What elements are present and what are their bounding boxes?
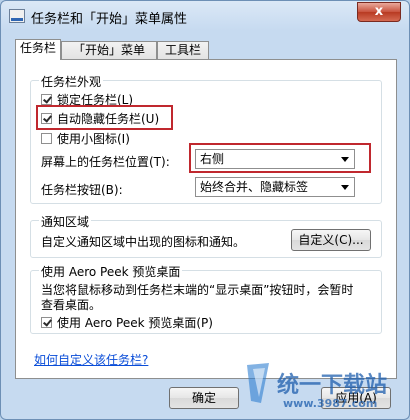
- tab-taskbar[interactable]: 任务栏: [15, 39, 61, 60]
- appearance-group: 任务栏外观 锁定任务栏(L) 自动隐藏任务栏(U) 使用小图标(I) 屏幕上的任…: [30, 73, 382, 204]
- small-icons-checkbox[interactable]: [41, 133, 52, 144]
- close-icon: x: [374, 4, 384, 19]
- aero-peek-group: 使用 Aero Peek 预览桌面 当您将鼠标移动到任务栏末端的“显示桌面”按钮…: [30, 263, 382, 334]
- notification-area-group: 通知区域 自定义通知区域中出现的图标和通知。 自定义(C)...: [30, 213, 382, 258]
- tab-start-menu[interactable]: 「开始」菜单: [61, 41, 157, 59]
- watermark-url: www.3987.com: [283, 397, 378, 410]
- appearance-legend: 任务栏外观: [39, 73, 104, 90]
- aero-peek-checkbox[interactable]: [41, 317, 52, 328]
- close-button[interactable]: x: [357, 2, 401, 22]
- auto-hide-highlight-box: [36, 105, 173, 130]
- title-bar: 任务栏和「开始」菜单属性 x: [1, 1, 409, 31]
- position-highlight-box: [189, 143, 371, 173]
- aero-peek-label: 使用 Aero Peek 预览桌面(P): [57, 316, 213, 330]
- position-label: 屏幕上的任务栏位置(T):: [41, 155, 170, 169]
- taskbar-buttons-label: 任务栏按钮(B):: [41, 183, 123, 197]
- aero-legend: 使用 Aero Peek 预览桌面: [39, 263, 183, 280]
- taskbar-buttons-value: 始终合并、隐藏标签: [200, 180, 309, 194]
- customize-button[interactable]: 自定义(C)...: [291, 229, 371, 251]
- notification-legend: 通知区域: [39, 213, 92, 230]
- small-icons-option[interactable]: 使用小图标(I): [41, 130, 130, 147]
- help-link[interactable]: 如何自定义该任务栏?: [34, 351, 148, 368]
- small-icons-label: 使用小图标(I): [57, 132, 130, 146]
- notification-text: 自定义通知区域中出现的图标和通知。: [41, 235, 246, 249]
- dialog-window: 任务栏和「开始」菜单属性 x 任务栏 「开始」菜单 工具栏 任务栏外观 锁定任务…: [0, 0, 410, 420]
- app-icon: [9, 9, 25, 23]
- tab-toolbars[interactable]: 工具栏: [157, 41, 209, 59]
- ok-button[interactable]: 确定: [169, 387, 239, 409]
- tab-panel: 任务栏外观 锁定任务栏(L) 自动隐藏任务栏(U) 使用小图标(I) 屏幕上的任…: [15, 59, 397, 379]
- window-title: 任务栏和「开始」菜单属性: [31, 12, 188, 27]
- lock-taskbar-checkbox[interactable]: [41, 94, 52, 105]
- watermark-brand: 统一下载站: [277, 373, 388, 398]
- aero-peek-option[interactable]: 使用 Aero Peek 预览桌面(P): [41, 314, 213, 331]
- aero-description-line2: 查看桌面。: [41, 298, 102, 312]
- download-logo-icon: [247, 363, 269, 403]
- taskbar-buttons-select[interactable]: 始终合并、隐藏标签: [195, 177, 355, 197]
- watermark-logo: [243, 361, 273, 405]
- chevron-down-icon: [341, 185, 349, 190]
